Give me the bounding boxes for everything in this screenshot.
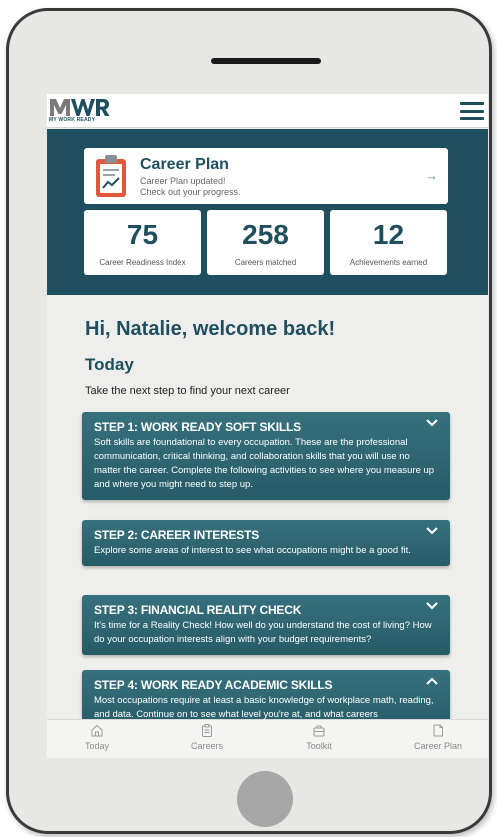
career-plan-line2: Check out your progress. — [140, 187, 241, 197]
nav-label: Today — [84, 741, 110, 751]
stat-label: Careers matched — [234, 258, 297, 267]
top-bar: MY WORK READY — [47, 94, 488, 128]
career-plan-title: Career Plan — [140, 156, 229, 173]
today-heading: Today — [85, 355, 134, 374]
step-card-2[interactable]: STEP 2: CAREER INTERESTS Explore some ar… — [82, 520, 450, 566]
nav-toolkit[interactable]: Toolkit — [269, 720, 369, 758]
stat-label: Achievements earned — [349, 258, 428, 267]
nav-today[interactable]: Today — [47, 720, 147, 758]
document-icon — [433, 724, 443, 737]
nav-label: Toolkit — [306, 741, 332, 751]
mwr-logo-mark — [50, 99, 110, 116]
stat-career-readiness[interactable]: 75 Career Readiness Index — [84, 210, 201, 275]
stat-achievements[interactable]: 12 Achievements earned — [330, 210, 447, 275]
chevron-up-icon[interactable] — [426, 676, 438, 686]
career-plan-subtitle: Career Plan updated! Check out your prog… — [140, 176, 241, 198]
step-description: Most occupations require at least a basi… — [94, 695, 434, 720]
arrow-right-icon[interactable]: → — [425, 168, 438, 183]
stat-value: 258 — [242, 219, 289, 250]
bottom-navigation: Today Careers Toolkit Career Plan — [47, 719, 488, 758]
step-description: It's time for a Reality Check! How well … — [94, 620, 432, 645]
step-description: Soft skills are foundational to every oc… — [94, 437, 435, 490]
phone-frame: MY WORK READY Career Plan Career Plan up… — [6, 8, 492, 834]
career-plan-card[interactable]: Career Plan Career Plan updated! Check o… — [84, 148, 448, 204]
logo-text: MY WORK READY — [49, 117, 96, 123]
stat-label: Career Readiness Index — [99, 258, 186, 267]
career-plan-line1: Career Plan updated! — [140, 176, 226, 186]
chevron-down-icon[interactable] — [426, 418, 438, 428]
step-title: STEP 2: CAREER INTERESTS — [94, 528, 260, 542]
step-description: Explore some areas of interest to see wh… — [94, 545, 411, 556]
chevron-down-icon[interactable] — [426, 526, 438, 536]
clipboard-chart-icon — [96, 155, 126, 197]
step-title: STEP 4: WORK READY ACADEMIC SKILLS — [94, 678, 333, 692]
nav-label: Career Plan — [413, 741, 463, 751]
home-icon — [91, 724, 103, 737]
hamburger-menu-icon[interactable] — [460, 100, 484, 122]
app-screen: MY WORK READY Career Plan Career Plan up… — [47, 94, 488, 758]
welcome-heading: Hi, Natalie, welcome back! — [85, 318, 336, 340]
stat-value: 12 — [372, 219, 405, 250]
nav-label: Careers — [190, 741, 223, 751]
nav-career-plan[interactable]: Career Plan — [388, 720, 488, 758]
step-title: STEP 3: FINANCIAL REALITY CHECK — [94, 603, 302, 617]
step-card-1[interactable]: STEP 1: WORK READY SOFT SKILLS Soft skil… — [82, 412, 450, 500]
stat-careers-matched[interactable]: 258 Careers matched — [207, 210, 324, 275]
today-intro: Take the next step to find your next car… — [85, 385, 290, 397]
phone-speaker — [211, 58, 321, 64]
clipboard-icon — [202, 724, 212, 737]
mwr-logo[interactable]: MY WORK READY — [49, 96, 111, 126]
toolbox-icon — [313, 725, 325, 737]
chevron-down-icon[interactable] — [426, 601, 438, 611]
stat-value: 75 — [126, 219, 159, 250]
step-title: STEP 1: WORK READY SOFT SKILLS — [94, 420, 301, 434]
home-button[interactable] — [237, 771, 293, 827]
step-card-3[interactable]: STEP 3: FINANCIAL REALITY CHECK It's tim… — [82, 595, 450, 655]
summary-band: Career Plan Career Plan updated! Check o… — [47, 129, 488, 295]
nav-careers[interactable]: Careers — [157, 720, 257, 758]
